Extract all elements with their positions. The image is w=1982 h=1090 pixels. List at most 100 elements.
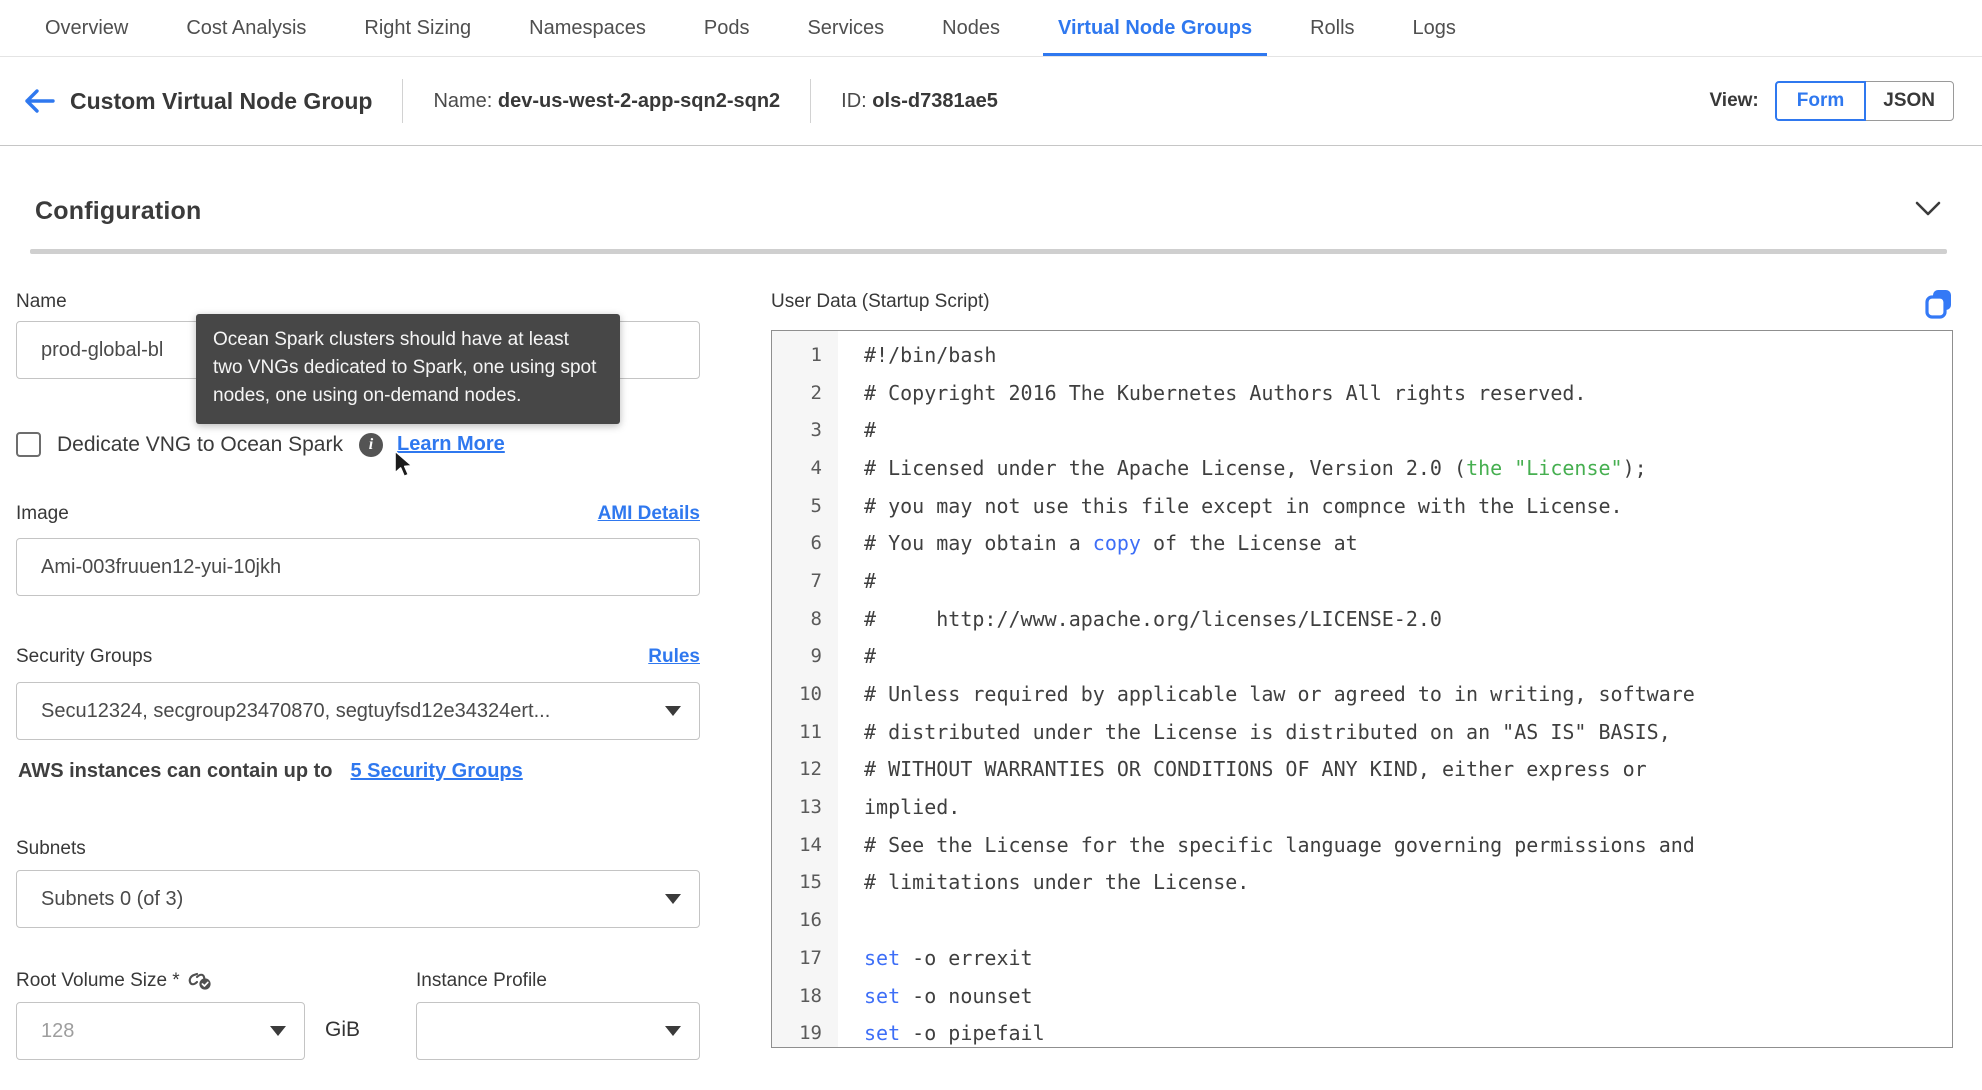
copy-icon — [1925, 290, 1951, 319]
image-input[interactable]: Ami-003fruuen12-yui-10jkh — [16, 538, 700, 596]
code-line: # — [864, 644, 877, 669]
dedicate-vng-row: Dedicate VNG to Ocean Spark i Learn More — [16, 432, 505, 457]
caret-down-icon — [665, 706, 681, 716]
line-number: 19 — [799, 1022, 822, 1045]
page-title: Custom Virtual Node Group — [70, 87, 373, 114]
tab-nodes[interactable]: Nodes — [927, 0, 1015, 56]
tab-virtual-node-groups[interactable]: Virtual Node Groups — [1043, 0, 1267, 56]
tab-right-sizing[interactable]: Right Sizing — [349, 0, 486, 56]
collapse-section-button[interactable] — [1909, 195, 1947, 227]
ami-details-link[interactable]: AMI Details — [598, 503, 700, 525]
tab-overview[interactable]: Overview — [30, 0, 143, 56]
image-field-header: Image AMI Details — [16, 503, 700, 525]
section-divider — [30, 249, 1947, 254]
tab-logs[interactable]: Logs — [1398, 0, 1471, 56]
line-number: 11 — [799, 720, 822, 743]
user-data-code-editor[interactable]: 1 2 3 4 5 6 7 8 9 10 11 12 13 14 15 16 17 18 19 #!/bin/bas… — [771, 330, 1953, 1048]
security-groups-select[interactable]: Secu12324, secgroup23470870, segtuyfsd12… — [16, 682, 700, 740]
tab-services[interactable]: Services — [792, 0, 899, 56]
image-input-value: Ami-003fruuen12-yui-10jkh — [41, 555, 282, 578]
top-tab-bar: Overview Cost Analysis Right Sizing Namespa… — [0, 0, 1982, 57]
back-button[interactable] — [22, 86, 56, 116]
caret-down-icon — [665, 1026, 681, 1036]
dedicate-vng-checkbox[interactable] — [16, 432, 41, 457]
line-number: 8 — [810, 607, 822, 630]
line-number: 4 — [810, 456, 822, 479]
code-line: # See the License for the specific langu… — [864, 832, 1695, 857]
view-form-button[interactable]: Form — [1774, 81, 1867, 121]
image-field-label: Image — [16, 503, 69, 524]
subnets-label: Subnets — [16, 838, 86, 859]
security-groups-note: AWS instances can contain up to 5 Securi… — [18, 760, 523, 783]
root-volume-unit: GiB — [325, 1018, 361, 1041]
code-area: #!/bin/bash # Copyright 2016 The Kubernet… — [838, 331, 1952, 1047]
code-line: set -o errexit — [864, 945, 1033, 970]
root-volume-placeholder: 128 — [41, 1019, 75, 1042]
dedicate-vng-label: Dedicate VNG to Ocean Spark — [57, 432, 343, 456]
caret-down-icon — [665, 894, 681, 904]
security-groups-value: Secu12324, secgroup23470870, segtuyfsd12… — [41, 699, 551, 722]
line-number: 14 — [799, 833, 822, 856]
line-number: 5 — [810, 494, 822, 517]
code-line: set -o nounset — [864, 983, 1033, 1008]
line-number: 18 — [799, 984, 822, 1007]
code-line: # You may obtain a copy of the License a… — [864, 531, 1358, 556]
security-groups-header: Security Groups Rules — [16, 646, 700, 668]
divider — [810, 79, 812, 123]
code-line: implied. — [864, 795, 961, 820]
rules-link[interactable]: Rules — [648, 646, 700, 668]
vng-name-value: dev-us-west-2-app-sqn2-sqn2 — [497, 89, 781, 112]
subnets-select[interactable]: Subnets 0 (of 3) — [16, 870, 700, 928]
view-json-button[interactable]: JSON — [1864, 81, 1954, 121]
info-icon[interactable]: i — [358, 432, 383, 457]
learn-more-link[interactable]: Learn More — [397, 433, 505, 456]
security-groups-count-link[interactable]: 5 Security Groups — [351, 760, 523, 783]
user-data-label: User Data (Startup Script) — [771, 291, 990, 312]
view-toggle: Form JSON — [1774, 81, 1954, 121]
line-number: 7 — [810, 569, 822, 592]
instance-profile-label: Instance Profile — [416, 970, 547, 991]
info-glyph: i — [368, 435, 374, 453]
chevron-down-icon — [1915, 201, 1941, 216]
line-number: 9 — [810, 645, 822, 668]
code-line: # Licensed under the Apache License, Ver… — [864, 455, 1647, 480]
link-check-icon[interactable] — [188, 970, 212, 992]
tab-cost-analysis[interactable]: Cost Analysis — [171, 0, 321, 56]
line-number: 2 — [810, 381, 822, 404]
code-line: # distributed under the License is distr… — [864, 719, 1671, 744]
copy-button[interactable] — [1924, 288, 1954, 325]
line-number: 15 — [799, 871, 822, 894]
code-line: # — [864, 418, 877, 443]
note-text: AWS instances can contain up to — [18, 760, 333, 782]
vng-name-label: Name: — [433, 89, 493, 112]
code-line: #!/bin/bash — [864, 342, 997, 367]
line-number: 16 — [799, 909, 822, 932]
tab-pods[interactable]: Pods — [689, 0, 765, 56]
code-line: # limitations under the License. — [864, 870, 1250, 895]
line-number: 1 — [810, 343, 822, 366]
code-line: # — [864, 568, 877, 593]
line-number: 10 — [799, 683, 822, 706]
code-line: set -o pipefail — [864, 1021, 1045, 1046]
tab-rolls[interactable]: Rolls — [1295, 0, 1369, 56]
configuration-title: Configuration — [35, 196, 202, 225]
vng-id: ID: ols-d7381ae5 — [841, 90, 998, 113]
instance-profile-select[interactable] — [416, 1002, 700, 1060]
ocean-spark-tooltip: Ocean Spark clusters should have at leas… — [196, 314, 620, 424]
vng-name: Name: dev-us-west-2-app-sqn2-sqn2 — [433, 90, 780, 113]
page-header: Custom Virtual Node Group Name: dev-us-w… — [0, 57, 1982, 146]
line-number: 17 — [799, 946, 822, 969]
line-number: 12 — [799, 758, 822, 781]
view-label: View: — [1709, 90, 1759, 111]
name-input-value: prod-global-bl — [41, 338, 164, 361]
code-line: # Unless required by applicable law or a… — [864, 682, 1695, 707]
root-volume-select[interactable]: 128 — [16, 1002, 305, 1060]
line-number: 3 — [810, 419, 822, 442]
subnets-value: Subnets 0 (of 3) — [41, 887, 184, 910]
code-line: # Copyright 2016 The Kubernetes Authors … — [864, 380, 1587, 405]
code-line: # WITHOUT WARRANTIES OR CONDITIONS OF AN… — [864, 757, 1647, 782]
tab-namespaces[interactable]: Namespaces — [514, 0, 661, 56]
back-arrow-icon — [25, 89, 55, 113]
caret-down-icon — [270, 1026, 286, 1036]
